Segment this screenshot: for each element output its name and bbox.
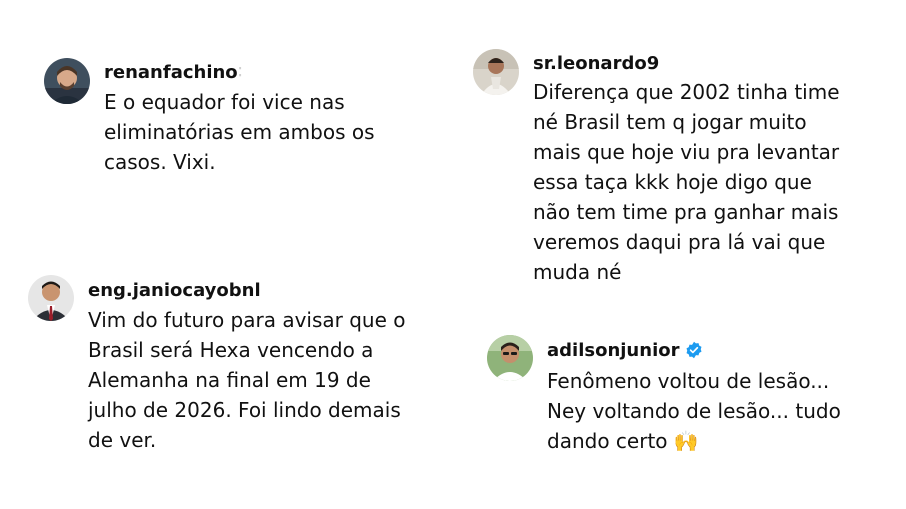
comment-text: Diferença que 2002 tinha time né Brasil … <box>533 80 840 284</box>
comment-username[interactable]: eng.janiocayobnl <box>88 280 261 301</box>
avatar[interactable] <box>473 49 519 95</box>
comment-text: Vim do futuro para avisar que o Brasil s… <box>88 308 406 452</box>
avatar[interactable] <box>44 58 90 104</box>
comment-text: Fenômeno voltou de lesão... Ney voltando… <box>547 369 841 453</box>
truncated-username-fragment: ∶ <box>237 62 243 83</box>
avatar[interactable] <box>487 335 533 381</box>
comment-text: E o equador foi vice nas eliminatórias e… <box>104 90 375 174</box>
avatar[interactable] <box>28 275 74 321</box>
comment-username[interactable]: adilsonjunior <box>547 340 703 364</box>
comment-username[interactable]: renanfachino∶ <box>104 62 242 83</box>
comment-username[interactable]: sr.leonardo9 <box>533 53 659 74</box>
verified-badge-icon <box>685 341 703 364</box>
